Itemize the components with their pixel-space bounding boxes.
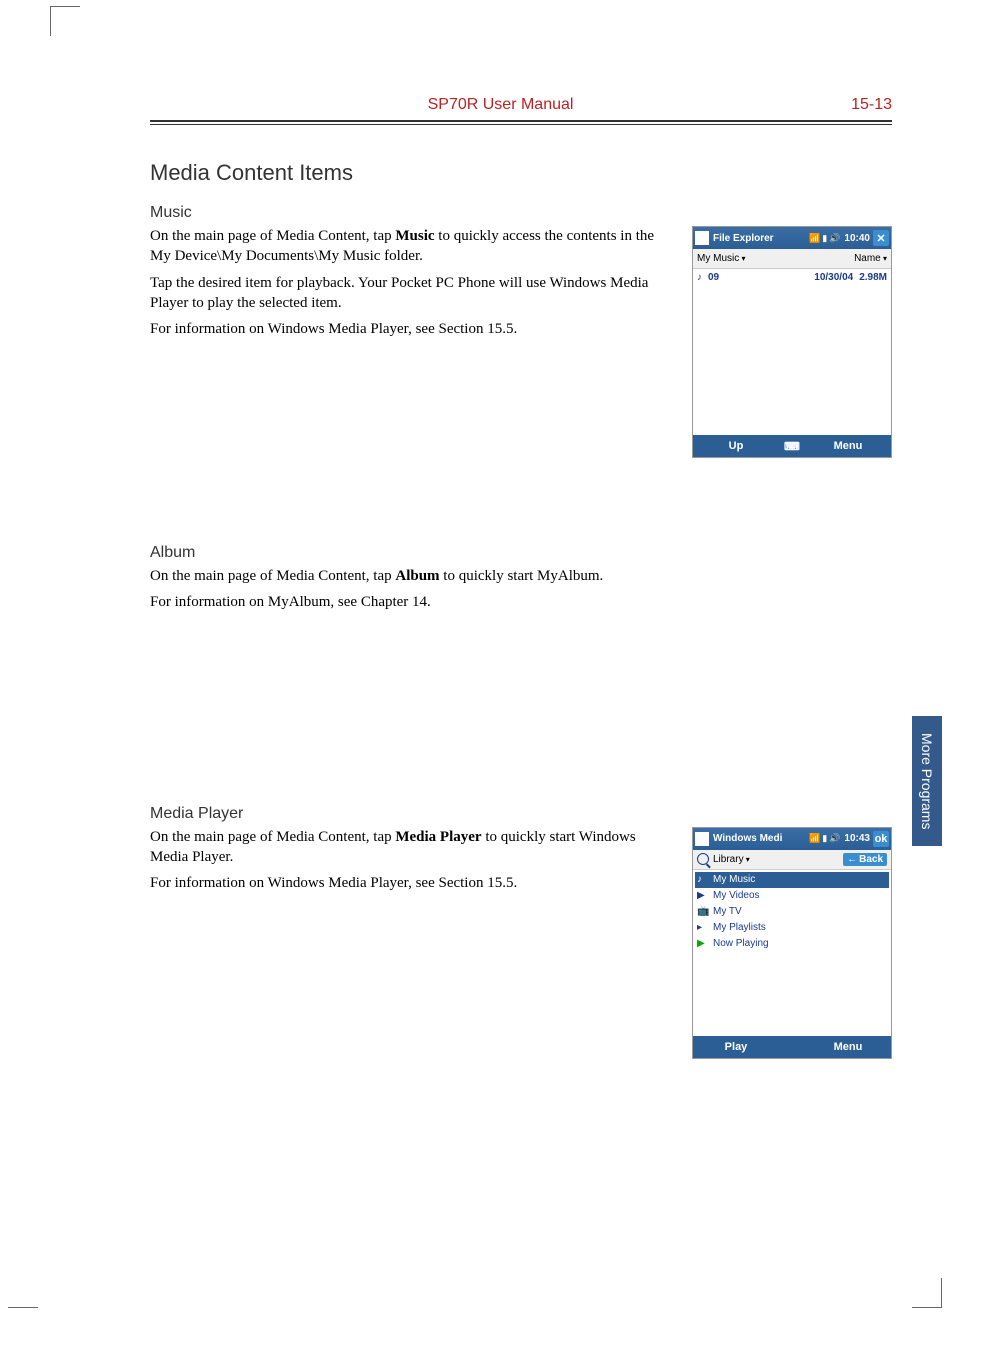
sort-dropdown[interactable]: Name (854, 253, 887, 264)
softkey-up[interactable]: Up (693, 440, 779, 452)
start-icon[interactable] (695, 832, 709, 846)
album-block: On the main page of Media Content, tap A… (150, 566, 892, 619)
search-icon[interactable] (697, 853, 709, 865)
mediaplayer-p1: On the main page of Media Content, tap M… (150, 827, 672, 868)
playlist-icon: ▸ (697, 922, 709, 934)
header-rule (150, 120, 892, 122)
softkey-menu[interactable]: Menu (805, 1041, 891, 1053)
fe-time[interactable]: 10:40 (844, 233, 870, 244)
library-dropdown[interactable]: Library (713, 854, 750, 865)
music-icon: ♪ (697, 874, 709, 886)
library-item-my-videos[interactable]: ▶My Videos (695, 888, 889, 904)
header-page-number: 15-13 (851, 96, 892, 114)
mediaplayer-heading: Media Player (150, 805, 892, 823)
crop-mark-bl (8, 1302, 38, 1308)
page-header: SP70R User Manual 15-13 (150, 96, 892, 114)
softkey-menu[interactable]: Menu (805, 440, 891, 452)
back-button[interactable]: ← Back (843, 853, 887, 866)
side-tab-more-programs: More Programs (912, 716, 942, 846)
mediaplayer-screenshot-col: Windows Medi 📶 ▮ 🔊 10:43 ok Library ← Ba… (692, 827, 892, 1059)
music-block: On the main page of Media Content, tap M… (150, 226, 892, 458)
library-item-my-playlists[interactable]: ▸My Playlists (695, 920, 889, 936)
file-explorer-screenshot: File Explorer 📶 ▮ 🔊 10:40 ✕ My Music Nam… (692, 226, 892, 458)
fe-titlebar: File Explorer 📶 ▮ 🔊 10:40 ✕ (693, 227, 891, 249)
fe-folder-bar: My Music Name (693, 249, 891, 269)
content: Media Content Items Music On the main pa… (150, 160, 892, 1099)
ok-button[interactable]: ok (873, 831, 889, 847)
wmp-titlebar: Windows Medi 📶 ▮ 🔊 10:43 ok (693, 828, 891, 850)
library-item-now-playing[interactable]: ▶Now Playing (695, 936, 889, 952)
mediaplayer-text: On the main page of Media Content, tap M… (150, 827, 672, 1059)
video-icon: ▶ (697, 890, 709, 902)
tv-icon: 📺 (697, 906, 709, 918)
softkey-play[interactable]: Play (693, 1041, 779, 1053)
music-p1: On the main page of Media Content, tap M… (150, 226, 672, 267)
file-row[interactable]: ♪ 09 10/30/04 2.98M (693, 269, 891, 285)
album-text: On the main page of Media Content, tap A… (150, 566, 672, 619)
music-text: On the main page of Media Content, tap M… (150, 226, 672, 458)
fe-softbar: Up ⌨ Menu (693, 435, 891, 457)
section-title: Media Content Items (150, 160, 892, 186)
wmp-title: Windows Medi (713, 833, 808, 844)
file-name: 09 (708, 272, 808, 283)
album-heading: Album (150, 544, 892, 562)
file-size: 2.98M (859, 272, 887, 283)
file-date: 10/30/04 (814, 272, 853, 283)
wmp-library-list: ♪My Music ▶My Videos 📺My TV ▸My Playlist… (693, 870, 891, 1036)
mediaplayer-block: On the main page of Media Content, tap M… (150, 827, 892, 1059)
header-title: SP70R User Manual (150, 96, 851, 114)
back-arrow-icon: ← (847, 854, 857, 865)
music-screenshot-col: File Explorer 📶 ▮ 🔊 10:40 ✕ My Music Nam… (692, 226, 892, 458)
start-icon[interactable] (695, 231, 709, 245)
signal-icon[interactable]: ▮ (822, 233, 827, 244)
connectivity-icon[interactable]: 📶 (809, 233, 820, 244)
music-p3: For information on Windows Media Player,… (150, 319, 672, 339)
library-item-my-tv[interactable]: 📺My TV (695, 904, 889, 920)
fe-title: File Explorer (713, 233, 808, 244)
folder-dropdown[interactable]: My Music (697, 253, 745, 264)
wmp-time[interactable]: 10:43 (844, 833, 870, 844)
close-button[interactable]: ✕ (873, 230, 889, 246)
album-p1: On the main page of Media Content, tap A… (150, 566, 672, 586)
connectivity-icon[interactable]: 📶 (809, 833, 820, 844)
album-p2: For information on MyAlbum, see Chapter … (150, 592, 672, 612)
music-p2: Tap the desired item for playback. Your … (150, 273, 672, 314)
header-rule-2 (150, 124, 892, 125)
volume-icon[interactable]: 🔊 (829, 833, 840, 844)
wmp-library-bar: Library ← Back (693, 850, 891, 870)
fe-list-area (693, 285, 891, 435)
crop-mark-tl (50, 6, 80, 36)
music-file-icon: ♪ (697, 272, 702, 283)
mediaplayer-p2: For information on Windows Media Player,… (150, 873, 672, 893)
wmp-softbar: Play Menu (693, 1036, 891, 1058)
signal-icon[interactable]: ▮ (822, 833, 827, 844)
crop-mark-br (912, 1278, 942, 1308)
keyboard-icon[interactable]: ⌨ (779, 440, 805, 453)
now-playing-icon: ▶ (697, 938, 709, 950)
wmp-screenshot: Windows Medi 📶 ▮ 🔊 10:43 ok Library ← Ba… (692, 827, 892, 1059)
music-heading: Music (150, 204, 892, 222)
library-item-my-music[interactable]: ♪My Music (695, 872, 889, 888)
album-screenshot-col (692, 566, 892, 619)
volume-icon[interactable]: 🔊 (829, 233, 840, 244)
